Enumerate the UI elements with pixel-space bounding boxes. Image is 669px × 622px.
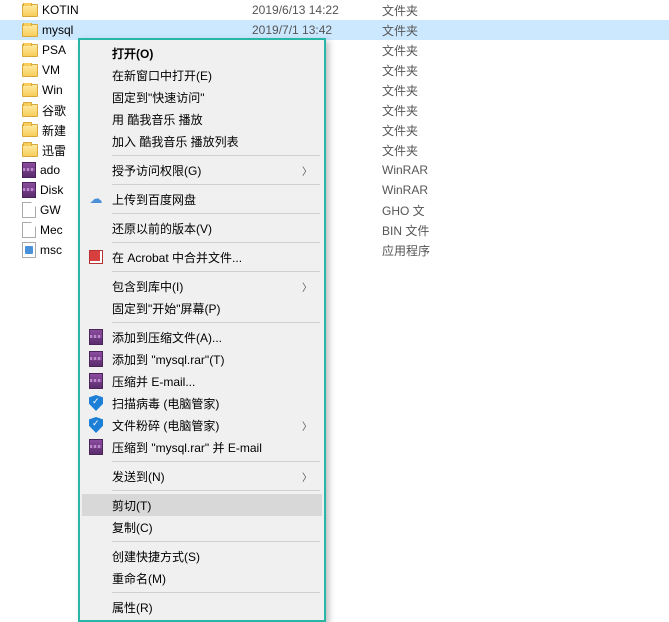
rar-icon (88, 351, 104, 367)
menu-pin-quick-access[interactable]: 固定到"快速访问" (82, 86, 322, 108)
submenu-arrow-icon: 〉 (302, 469, 312, 484)
submenu-arrow-icon: 〉 (302, 279, 312, 294)
file-icon (22, 222, 36, 238)
menu-scan-virus[interactable]: 扫描病毒 (电脑管家) (82, 392, 322, 414)
file-type: 文件夹 (382, 82, 462, 99)
folder-icon (22, 64, 38, 77)
menu-open[interactable]: 打开(O) (82, 42, 322, 64)
submenu-arrow-icon: 〉 (302, 418, 312, 433)
menu-grant-access[interactable]: 授予访问权限(G)〉 (82, 159, 322, 181)
file-name: 谷歌 (42, 102, 66, 119)
menu-separator (112, 490, 320, 491)
rar-icon (88, 373, 104, 389)
menu-kuwo-add-playlist[interactable]: 加入 酷我音乐 播放列表 (82, 130, 322, 152)
file-date: 2019/6/13 14:22 (252, 3, 382, 17)
file-name: 新建 (42, 122, 66, 139)
file-type: WinRAR (382, 163, 462, 177)
menu-separator (112, 155, 320, 156)
menu-file-shred[interactable]: 文件粉碎 (电脑管家)〉 (82, 414, 322, 436)
cloud-icon: ☁ (88, 191, 104, 207)
menu-add-archive[interactable]: 添加到压缩文件(A)... (82, 326, 322, 348)
submenu-arrow-icon: 〉 (302, 163, 312, 178)
file-row[interactable]: mysql 2019/7/1 13:42文件夹 (0, 20, 669, 40)
exe-icon (22, 242, 36, 258)
pdf-icon (88, 249, 104, 265)
shield-icon (88, 395, 104, 411)
file-name: Disk (40, 183, 63, 197)
file-name: mysql (42, 23, 73, 37)
file-name: ado (40, 163, 60, 177)
menu-separator (112, 592, 320, 593)
rar-icon (22, 162, 36, 178)
menu-separator (112, 461, 320, 462)
menu-separator (112, 184, 320, 185)
file-type: 文件夹 (382, 2, 462, 19)
file-name: GW (40, 203, 61, 217)
menu-cut[interactable]: 剪切(T) (82, 494, 322, 516)
folder-icon (22, 144, 38, 157)
file-name: VM (42, 63, 60, 77)
file-type: 文件夹 (382, 42, 462, 59)
menu-compress-mysql-email[interactable]: 压缩到 "mysql.rar" 并 E-mail (82, 436, 322, 458)
file-type: 应用程序 (382, 242, 462, 259)
folder-icon (22, 84, 38, 97)
menu-separator (112, 271, 320, 272)
file-name: PSA (42, 43, 66, 57)
file-type: 文件夹 (382, 102, 462, 119)
menu-add-mysql-rar[interactable]: 添加到 "mysql.rar"(T) (82, 348, 322, 370)
file-row[interactable]: KOTIN 2019/6/13 14:22文件夹 (0, 0, 669, 20)
menu-restore-previous[interactable]: 还原以前的版本(V) (82, 217, 322, 239)
menu-open-new-window[interactable]: 在新窗口中打开(E) (82, 64, 322, 86)
file-icon (22, 202, 36, 218)
file-type: 文件夹 (382, 22, 462, 39)
menu-separator (112, 242, 320, 243)
menu-compress-email[interactable]: 压缩并 E-mail... (82, 370, 322, 392)
menu-copy[interactable]: 复制(C) (82, 516, 322, 538)
file-name: msc (40, 243, 62, 257)
menu-rename[interactable]: 重命名(M) (82, 567, 322, 589)
menu-create-shortcut[interactable]: 创建快捷方式(S) (82, 545, 322, 567)
folder-icon (22, 24, 38, 37)
menu-acrobat-combine[interactable]: 在 Acrobat 中合并文件... (82, 246, 322, 268)
menu-separator (112, 322, 320, 323)
menu-upload-baidu[interactable]: ☁上传到百度网盘 (82, 188, 322, 210)
file-name: KOTIN (42, 3, 79, 17)
file-name: Mec (40, 223, 63, 237)
menu-separator (112, 213, 320, 214)
folder-icon (22, 4, 38, 17)
menu-include-library[interactable]: 包含到库中(I)〉 (82, 275, 322, 297)
menu-separator (112, 541, 320, 542)
rar-icon (88, 439, 104, 455)
file-date: 2019/7/1 13:42 (252, 23, 382, 37)
shield-icon (88, 417, 104, 433)
folder-icon (22, 44, 38, 57)
file-type: GHO 文 (382, 202, 462, 219)
menu-pin-start[interactable]: 固定到"开始"屏幕(P) (82, 297, 322, 319)
file-name: Win (42, 83, 63, 97)
menu-kuwo-play[interactable]: 用 酷我音乐 播放 (82, 108, 322, 130)
folder-icon (22, 124, 38, 137)
file-type: 文件夹 (382, 122, 462, 139)
file-name: 迅雷 (42, 142, 66, 159)
context-menu: 打开(O) 在新窗口中打开(E) 固定到"快速访问" 用 酷我音乐 播放 加入 … (78, 38, 326, 622)
menu-send-to[interactable]: 发送到(N)〉 (82, 465, 322, 487)
file-type: 文件夹 (382, 62, 462, 79)
menu-properties[interactable]: 属性(R) (82, 596, 322, 618)
file-type: 文件夹 (382, 142, 462, 159)
file-type: BIN 文件 (382, 222, 462, 239)
file-type: WinRAR (382, 183, 462, 197)
rar-icon (22, 182, 36, 198)
folder-icon (22, 104, 38, 117)
rar-icon (88, 329, 104, 345)
